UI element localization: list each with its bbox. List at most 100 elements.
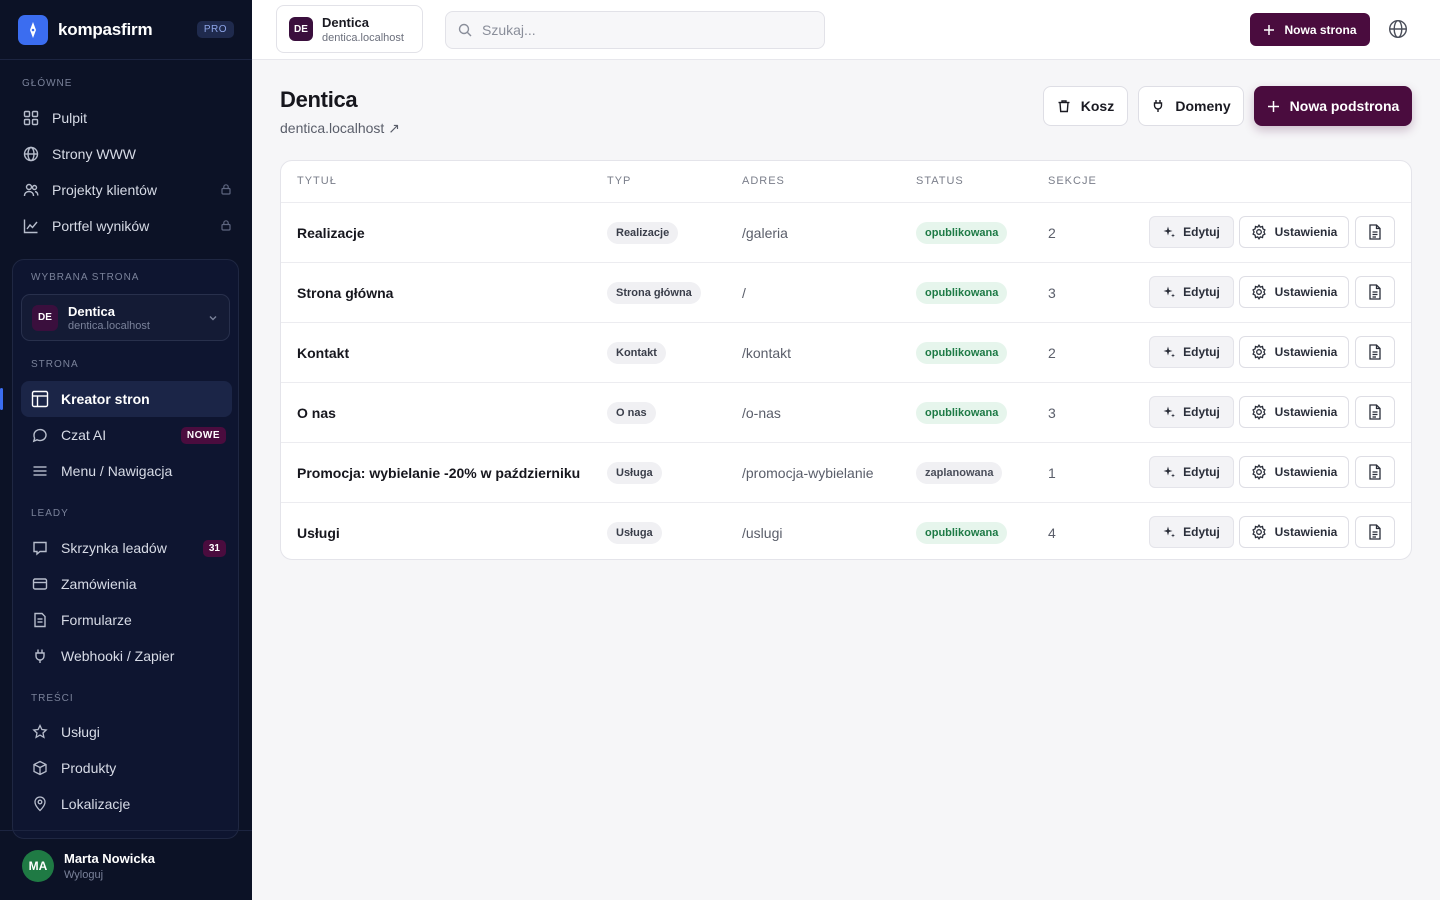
document-icon xyxy=(1368,464,1382,480)
sidebar-item-zamowienia[interactable]: Zamówienia xyxy=(21,566,232,602)
preview-button[interactable] xyxy=(1355,276,1395,308)
search-box xyxy=(445,11,825,49)
row-sections-count: 2 xyxy=(1048,224,1056,241)
pages-table: Tytuł Typ Adres Status Sekcje Realizacje… xyxy=(280,160,1412,560)
sidebar-item-pulpit[interactable]: Pulpit xyxy=(22,100,232,136)
status-badge: opublikowana xyxy=(916,341,1008,364)
row-sections-count: 3 xyxy=(1048,284,1056,301)
pin-icon xyxy=(31,795,49,813)
edit-button[interactable]: Edytuj xyxy=(1149,456,1234,488)
row-address[interactable]: /o-nas xyxy=(742,383,781,442)
sidebar-item-label: Zamówienia xyxy=(61,576,137,592)
user-avatar[interactable]: MA xyxy=(22,849,54,882)
row-sections-count: 2 xyxy=(1048,344,1056,361)
settings-button[interactable]: Ustawienia xyxy=(1239,516,1349,548)
topbar: DE Dentica dentica.localhost Nowa strona xyxy=(252,0,1440,60)
new-subpage-button[interactable]: Nowa podstrona xyxy=(1254,86,1412,126)
column-header-address[interactable]: Adres xyxy=(742,175,785,187)
sidebar-item-produkty[interactable]: Produkty xyxy=(21,750,232,786)
sidebar-item-label: Usługi xyxy=(61,724,100,740)
site-selector-name: Dentica xyxy=(68,303,115,319)
row-type: O nas xyxy=(607,383,656,442)
row-address[interactable]: / xyxy=(742,263,746,322)
domains-button[interactable]: Domeny xyxy=(1138,86,1244,126)
preview-button[interactable] xyxy=(1355,396,1395,428)
sparkle-icon xyxy=(1163,466,1176,478)
sidebar-item-czat-ai[interactable]: Czat AI NOWE xyxy=(21,417,232,453)
sidebar-item-label: Projekty klientów xyxy=(52,182,158,198)
section-heading-main: Główne xyxy=(22,78,73,89)
row-address[interactable]: /galeria xyxy=(742,203,788,262)
edit-button[interactable]: Edytuj xyxy=(1149,396,1234,428)
site-nav: Kreator stron Czat AI NOWE Menu / Nawiga… xyxy=(13,381,238,489)
search-input[interactable] xyxy=(482,22,802,38)
sidebar-item-label: Lokalizacje xyxy=(61,796,131,812)
edit-button[interactable]: Edytuj xyxy=(1149,216,1234,248)
row-address[interactable]: /kontakt xyxy=(742,323,791,382)
document-icon xyxy=(1368,344,1382,360)
sidebar-item-menu-nawigacja[interactable]: Menu / Nawigacja xyxy=(21,453,232,489)
sidebar-item-lokalizacje[interactable]: Lokalizacje xyxy=(21,786,232,822)
sidebar-item-kreator-stron[interactable]: Kreator stron xyxy=(21,381,232,417)
settings-button[interactable]: Ustawienia xyxy=(1239,336,1349,368)
table-row[interactable]: Kontakt Kontakt /kontakt opublikowana 2 … xyxy=(281,323,1411,383)
main-content: Dentica dentica.localhost ↗ Kosz Domeny … xyxy=(252,60,1440,900)
table-row[interactable]: Strona główna Strona główna / opublikowa… xyxy=(281,263,1411,323)
sparkle-icon xyxy=(1163,346,1176,358)
site-selector[interactable]: DE Dentica dentica.localhost xyxy=(21,294,230,341)
language-globe-icon[interactable] xyxy=(1388,19,1408,39)
settings-button[interactable]: Ustawienia xyxy=(1239,276,1349,308)
table-row[interactable]: O nas O nas /o-nas opublikowana 3 Edytuj… xyxy=(281,383,1411,443)
preview-button[interactable] xyxy=(1355,456,1395,488)
table-body: Realizacje Realizacje /galeria opublikow… xyxy=(281,203,1411,559)
table-row[interactable]: Realizacje Realizacje /galeria opublikow… xyxy=(281,203,1411,263)
settings-button[interactable]: Ustawienia xyxy=(1239,456,1349,488)
site-domain-link[interactable]: dentica.localhost ↗ xyxy=(280,120,400,137)
column-header-title[interactable]: Tytuł xyxy=(297,175,337,187)
column-header-type[interactable]: Typ xyxy=(607,175,631,187)
edit-button[interactable]: Edytuj xyxy=(1149,516,1234,548)
table-row[interactable]: Usługi Usługa /uslugi opublikowana 4 Edy… xyxy=(281,503,1411,559)
row-address[interactable]: /uslugi xyxy=(742,503,782,559)
gear-icon xyxy=(1251,284,1267,300)
row-sections-count: 3 xyxy=(1048,404,1056,421)
preview-button[interactable] xyxy=(1355,216,1395,248)
sidebar-item-strony-www[interactable]: Strony WWW xyxy=(22,136,232,172)
sidebar-item-portfel-wynikow[interactable]: Portfel wyników xyxy=(22,208,232,244)
sidebar-item-formularze[interactable]: Formularze xyxy=(21,602,232,638)
row-sections-count: 1 xyxy=(1048,464,1056,481)
sidebar-item-projekty-klientow[interactable]: Projekty klientów xyxy=(22,172,232,208)
active-indicator xyxy=(0,388,3,410)
edit-button[interactable]: Edytuj xyxy=(1149,276,1234,308)
sidebar: kompasfirm PRO Główne Pulpit Strony WWW … xyxy=(0,0,252,900)
sidebar-item-webhooki-zapier[interactable]: Webhooki / Zapier xyxy=(21,638,232,674)
site-selector-domain: dentica.localhost xyxy=(68,319,150,332)
section-heading-site: Strona xyxy=(31,359,79,370)
settings-button[interactable]: Ustawienia xyxy=(1239,216,1349,248)
sidebar-item-label: Kreator stron xyxy=(61,391,150,407)
document-icon xyxy=(1368,284,1382,300)
settings-button[interactable]: Ustawienia xyxy=(1239,396,1349,428)
current-site-chip[interactable]: DE Dentica dentica.localhost xyxy=(276,5,423,53)
sidebar-item-uslugi[interactable]: Usługi xyxy=(21,714,232,750)
section-heading-content: Treści xyxy=(31,693,74,704)
column-header-sections[interactable]: Sekcje xyxy=(1048,175,1097,187)
sidebar-item-skrzynka-leadow[interactable]: Skrzynka leadów 31 xyxy=(21,530,232,566)
row-status: opublikowana xyxy=(916,383,1008,442)
edit-label: Edytuj xyxy=(1183,405,1220,419)
preview-button[interactable] xyxy=(1355,336,1395,368)
trash-button[interactable]: Kosz xyxy=(1043,86,1128,126)
table-row[interactable]: Promocja: wybielanie -20% w październiku… xyxy=(281,443,1411,503)
brand[interactable]: kompasfirm PRO xyxy=(0,0,252,60)
document-icon xyxy=(1368,224,1382,240)
new-page-button[interactable]: Nowa strona xyxy=(1250,13,1370,46)
edit-button[interactable]: Edytuj xyxy=(1149,336,1234,368)
sidebar-item-label: Strony WWW xyxy=(52,146,136,162)
preview-button[interactable] xyxy=(1355,516,1395,548)
type-pill: Kontakt xyxy=(607,341,666,364)
logout-link[interactable]: Wyloguj xyxy=(64,869,155,881)
column-header-status[interactable]: Status xyxy=(916,175,964,187)
row-address[interactable]: /promocja-wybielanie xyxy=(742,443,874,502)
status-badge: opublikowana xyxy=(916,401,1008,424)
status-badge: opublikowana xyxy=(916,281,1008,304)
